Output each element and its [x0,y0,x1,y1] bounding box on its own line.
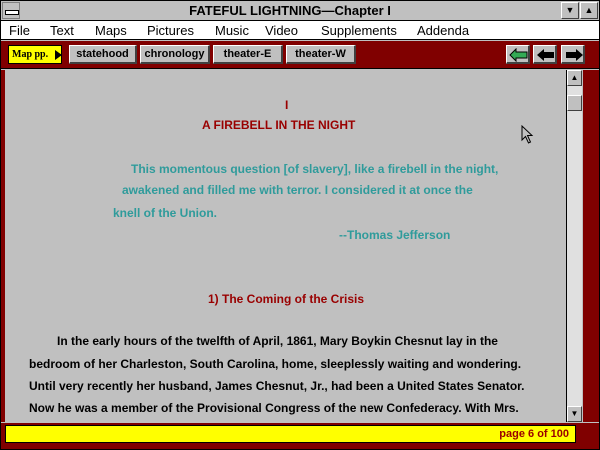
maximize-button[interactable]: ▲ [580,2,598,19]
quote-line: knell of the Union. [113,206,217,220]
tab-theater-w[interactable]: theater-W [286,45,356,64]
text-pane[interactable]: I A FIREBELL IN THE NIGHT This momentous… [1,70,565,422]
tab-statehood[interactable]: statehood [69,45,137,64]
menu-file[interactable]: File [9,23,30,38]
quote-attribution: --Thomas Jefferson [339,228,451,242]
menu-text[interactable]: Text [50,23,74,38]
tab-theater-e[interactable]: theater-E [213,45,283,64]
right-frame-strip [583,70,599,422]
menu-supplements[interactable]: Supplements [321,23,397,38]
menu-bar: File Text Maps Pictures Music Video Supp… [1,21,599,40]
page-indicator: page 6 of 100 [499,428,569,440]
mouse-pointer-icon [521,125,534,144]
map-pages-button[interactable]: Map pp. [8,45,62,64]
menu-pictures[interactable]: Pictures [147,23,194,38]
scroll-up-button[interactable]: ▲ [567,70,582,86]
return-button[interactable] [506,45,530,64]
arrow-left-icon [537,49,554,61]
tab-chronology[interactable]: chronology [140,45,210,64]
body-line: Now he was a member of the Provisional C… [29,401,519,415]
body-line: In the early hours of the twelfth of Apr… [57,334,498,348]
scroll-thumb[interactable] [567,95,582,111]
scroll-track[interactable] [567,86,582,406]
arrow-right-icon [566,49,583,61]
green-return-arrow-icon [509,48,528,62]
body-line: bedroom of her Charleston, South Carolin… [29,357,522,371]
scroll-down-button[interactable]: ▼ [567,406,582,422]
toolbar: Map pp. statehood chronology theater-E t… [1,41,599,69]
menu-maps[interactable]: Maps [95,23,127,38]
menu-music[interactable]: Music [215,23,249,38]
quote-line: awakened and filled me with terror. I co… [122,183,473,197]
menu-video[interactable]: Video [265,23,298,38]
vertical-scrollbar[interactable]: ▲ ▼ [566,70,582,422]
status-bar: page 6 of 100 [1,423,599,449]
menu-addenda[interactable]: Addenda [417,23,469,38]
chapter-title: A FIREBELL IN THE NIGHT [202,118,356,132]
application-window: FATEFUL LIGHTNING—Chapter I ▼ ▲ File Tex… [0,0,600,450]
chapter-numeral: I [285,98,289,112]
status-panel: page 6 of 100 [5,425,576,443]
title-bar[interactable]: FATEFUL LIGHTNING—Chapter I ▼ ▲ [1,1,599,21]
quote-line: This momentous question [of slavery], li… [131,162,499,176]
previous-page-button[interactable] [533,45,557,64]
next-page-button[interactable] [561,45,585,64]
window-title: FATEFUL LIGHTNING—Chapter I [189,3,391,18]
section-heading: 1) The Coming of the Crisis [208,292,365,306]
minimize-button[interactable]: ▼ [561,2,579,19]
system-menu-icon[interactable] [2,2,20,19]
body-line: Until very recently her husband, James C… [29,379,525,393]
